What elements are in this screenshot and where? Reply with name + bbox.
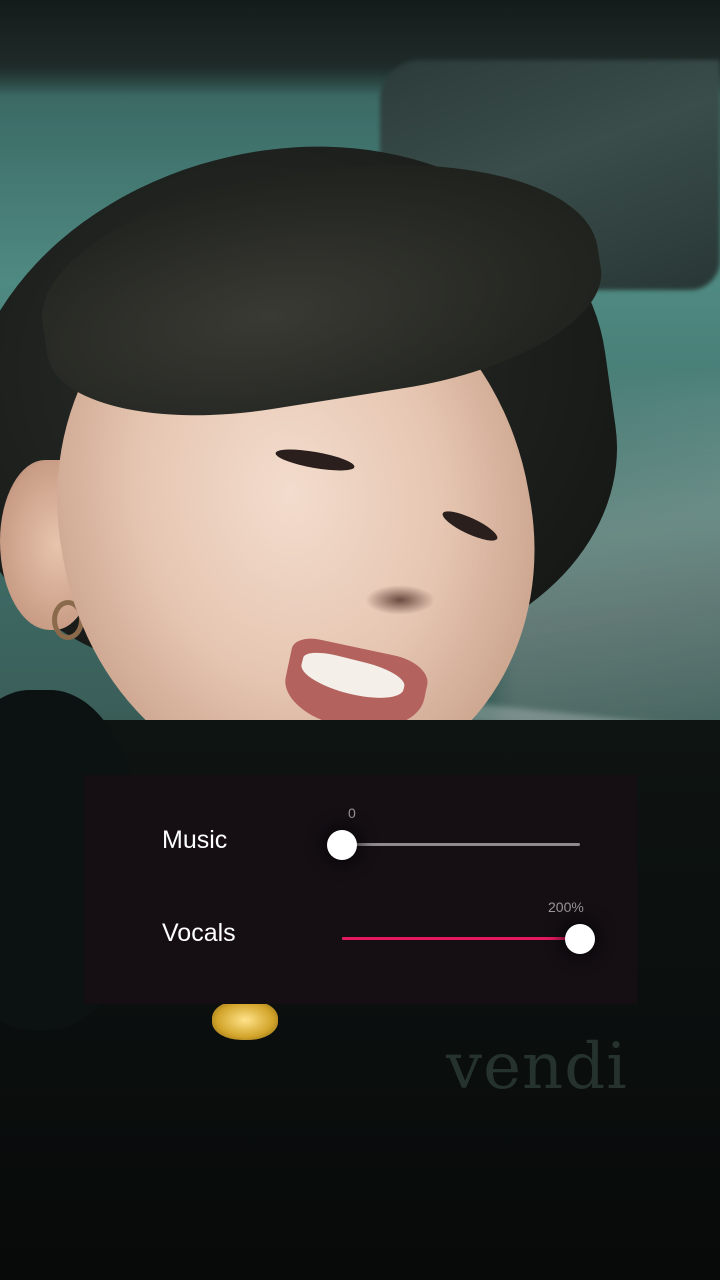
video-background: vendi: [0, 0, 720, 1280]
music-value-label: 0: [348, 805, 356, 821]
vocals-slider-fill: [342, 937, 580, 940]
audio-mixer-panel: Music 0 Vocals 200%: [84, 775, 637, 1004]
music-label: Music: [162, 826, 228, 854]
vocals-slider[interactable]: [342, 921, 595, 957]
music-slider-track[interactable]: [342, 843, 580, 846]
vocals-slider-track[interactable]: [342, 937, 580, 940]
vocals-label: Vocals: [162, 919, 236, 947]
gold-pin: [212, 1000, 278, 1040]
music-slider-thumb[interactable]: [327, 830, 357, 860]
person-nose: [365, 585, 435, 615]
watermark-text: vendi: [446, 1030, 628, 1104]
vocals-value-label: 200%: [548, 899, 584, 915]
vocals-slider-thumb[interactable]: [565, 924, 595, 954]
music-slider[interactable]: [327, 827, 580, 863]
